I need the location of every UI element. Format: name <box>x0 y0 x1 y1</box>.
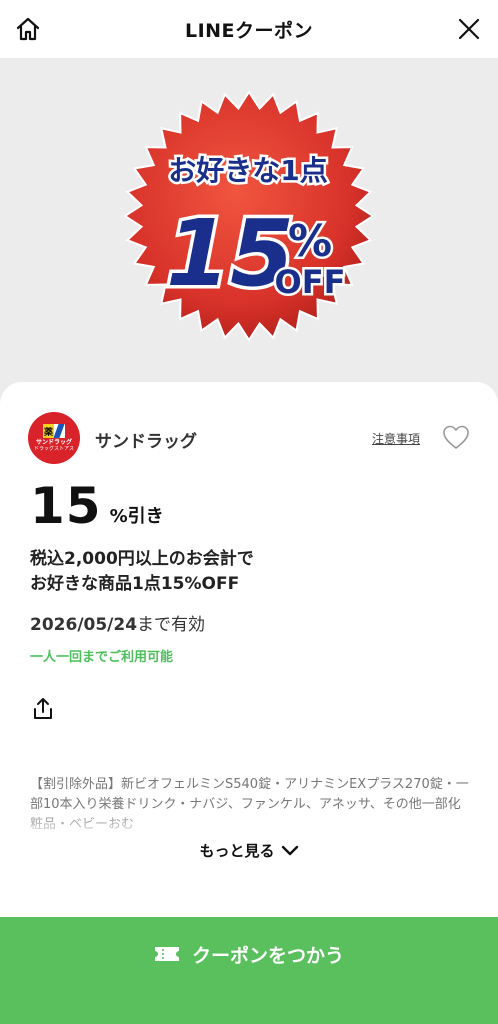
show-more-label: もっと見る <box>199 842 275 860</box>
badge-off: OFF <box>275 263 346 301</box>
notes-link[interactable]: 注意事項 <box>372 430 420 447</box>
page-title: LINEクーポン <box>184 19 314 42</box>
coupon-description-line2: お好きな商品1点15%OFF <box>30 574 240 594</box>
discount-number: 15 <box>30 477 102 535</box>
share-button[interactable] <box>32 697 54 721</box>
coupon-description: 税込2,000円以上のお会計で お好きな商品1点15%OFF <box>30 547 254 597</box>
badge-line1: お好きな1点 <box>168 154 327 187</box>
header-bar: LINEクーポン <box>0 0 498 58</box>
home-button[interactable] <box>13 14 43 44</box>
home-icon <box>16 17 40 41</box>
use-coupon-button[interactable]: クーポンをつかう <box>0 917 498 1024</box>
discount-badge: お好きな1点 15 % OFF <box>123 90 375 342</box>
store-logo-subtext: ドラッグストアス <box>33 446 74 452</box>
show-more-button[interactable]: もっと見る <box>0 840 498 861</box>
coupon-description-line1: 税込2,000円以上のお会計で <box>30 549 254 569</box>
close-button[interactable] <box>454 14 484 44</box>
valid-date: 2026/05/24 <box>30 615 138 635</box>
heart-icon <box>443 425 469 449</box>
discount-unit: %引き <box>109 506 164 527</box>
chevron-down-icon <box>281 845 298 855</box>
badge-percent: % <box>288 216 332 267</box>
favorite-button[interactable] <box>442 424 470 450</box>
exclusion-fade <box>0 810 498 840</box>
store-logo-mark: 薬 <box>43 424 65 438</box>
use-coupon-label: クーポンをつかう <box>191 945 344 967</box>
store-logo: 薬 サンドラッグ ドラッグストアス <box>28 412 80 464</box>
share-icon <box>34 698 52 719</box>
close-icon <box>458 18 480 40</box>
coupon-banner: お好きな1点 15 % OFF <box>0 58 498 403</box>
ticket-icon <box>154 947 179 961</box>
discount-amount: 15 %引き <box>30 480 164 532</box>
validity: 2026/05/24まで有効 <box>30 610 205 635</box>
usage-limit: 一人一回までご利用可能 <box>30 650 174 665</box>
store-name: サンドラッグ <box>95 432 197 452</box>
valid-suffix: まで有効 <box>137 615 206 635</box>
